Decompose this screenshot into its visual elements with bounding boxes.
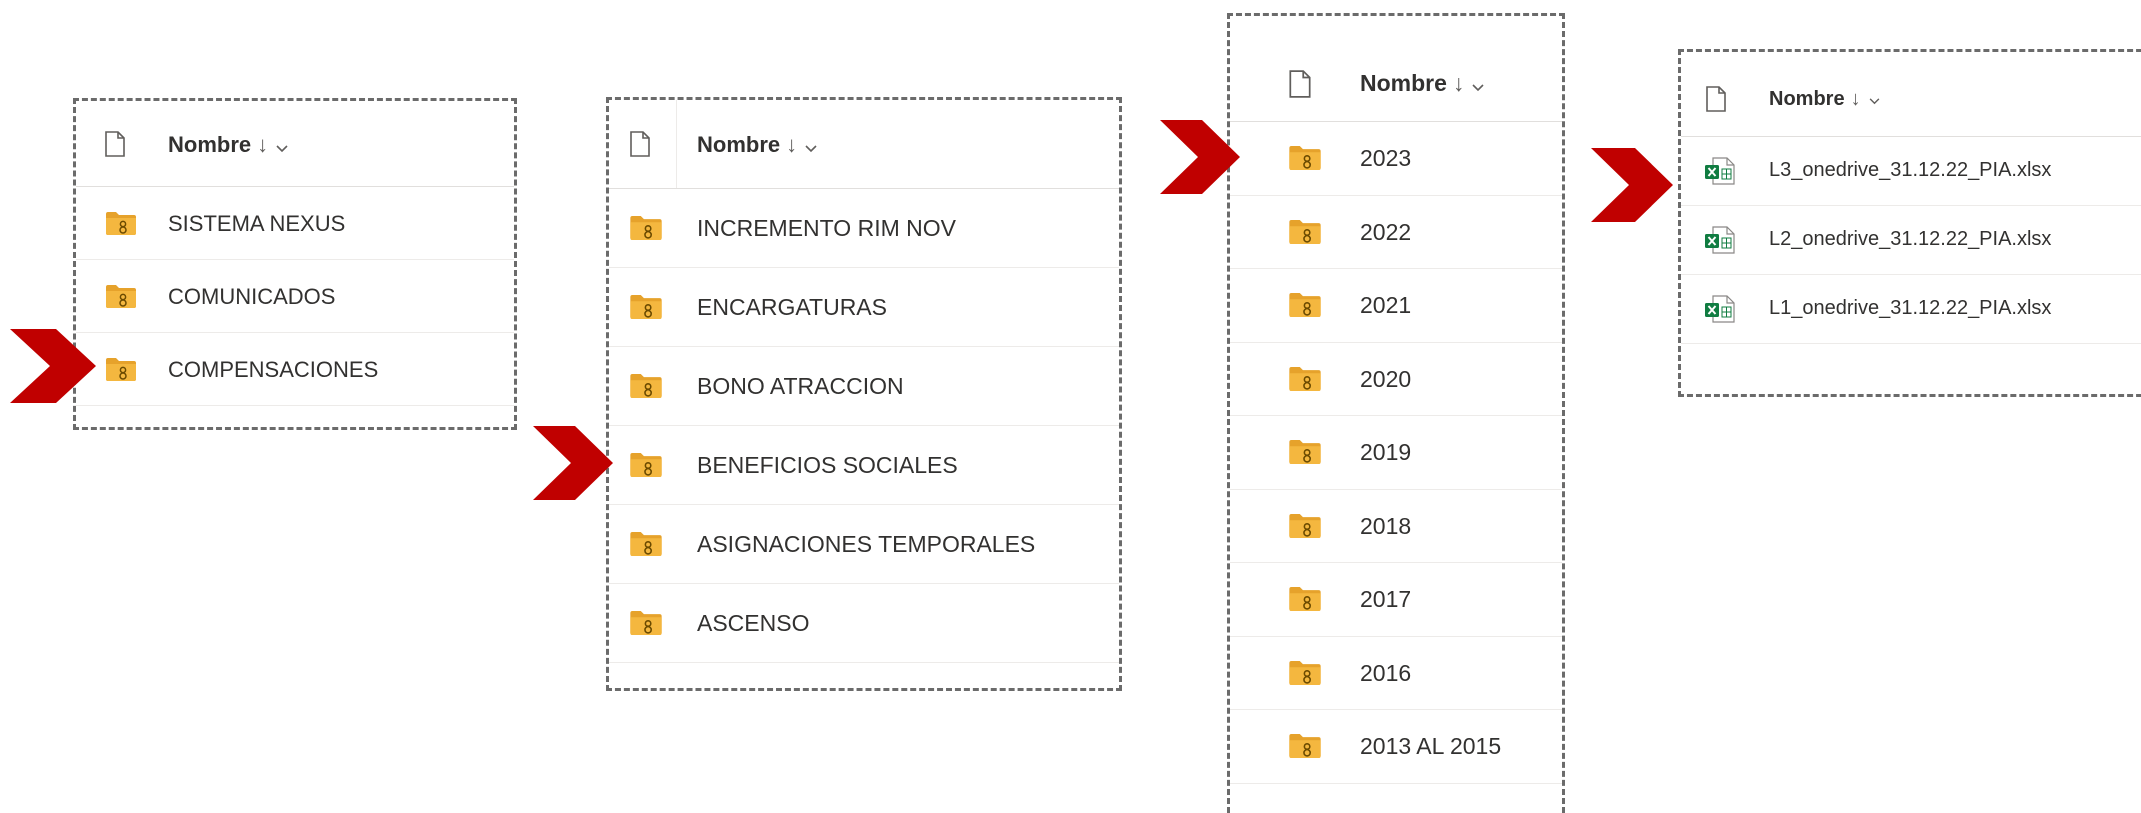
- item-name: ASIGNACIONES TEMPORALES: [697, 531, 1036, 557]
- name-column-sort-button[interactable]: Nombre ↓: [697, 132, 817, 159]
- chevron-down-icon: [805, 133, 817, 159]
- shared-folder-icon: [630, 532, 662, 561]
- item-name: COMPENSACIONES: [168, 357, 379, 382]
- file-type-icon[interactable]: [1289, 70, 1311, 103]
- item-name: 2017: [1360, 586, 1412, 612]
- list-item[interactable]: L3_onedrive_31.12.22_PIA.xlsx: [1681, 137, 2141, 206]
- red-chevron-pointer-icon: [10, 329, 96, 403]
- shared-folder-icon: [1289, 366, 1321, 396]
- red-chevron-pointer-icon: [533, 426, 613, 500]
- item-name: BENEFICIOS SOCIALES: [697, 452, 958, 478]
- name-column-sort-button[interactable]: Nombre ↓: [1360, 70, 1484, 98]
- red-chevron-pointer-icon: [1591, 148, 1673, 222]
- file-type-icon[interactable]: [105, 131, 125, 162]
- item-name: L2_onedrive_31.12.22_PIA.xlsx: [1769, 228, 2052, 250]
- list-item[interactable]: L2_onedrive_31.12.22_PIA.xlsx: [1681, 206, 2141, 275]
- sort-descending-icon: ↓: [786, 132, 798, 157]
- list-item[interactable]: ASIGNACIONES TEMPORALES: [609, 505, 1119, 584]
- item-name: 2022: [1360, 218, 1412, 245]
- excel-file-icon: [1705, 226, 1735, 259]
- list-item[interactable]: 2013 AL 2015: [1230, 710, 1562, 784]
- file-list-panel-2: Nombre ↓ INCREMENTO RIM NOV ENCARGATURAS …: [606, 97, 1122, 691]
- file-list-panel-4: Nombre ↓ L3_onedrive_31.12.22_PIA.xlsx L2…: [1678, 49, 2141, 397]
- list-item[interactable]: INCREMENTO RIM NOV: [609, 189, 1119, 268]
- list-item[interactable]: BENEFICIOS SOCIALES: [609, 426, 1119, 505]
- shared-folder-icon: [630, 374, 662, 403]
- item-name: 2021: [1360, 292, 1412, 318]
- list-item[interactable]: BONO ATRACCION: [609, 347, 1119, 426]
- shared-folder-icon: [630, 453, 662, 482]
- item-name: SISTEMA NEXUS: [168, 211, 346, 236]
- column-header: Nombre ↓: [609, 100, 1119, 189]
- list-item[interactable]: 2021: [1230, 269, 1562, 343]
- excel-file-icon: [1705, 295, 1735, 328]
- column-header: Nombre ↓: [1230, 16, 1562, 122]
- list-item[interactable]: ASCENSO: [609, 584, 1119, 663]
- shared-folder-icon: [106, 285, 136, 313]
- list-item[interactable]: 2022: [1230, 196, 1562, 269]
- column-label: Nombre: [1360, 70, 1447, 96]
- name-column-sort-button[interactable]: Nombre ↓: [168, 132, 288, 159]
- file-list-panel-1: Nombre ↓ SISTEMA NEXUS COMUNICADOS COMPEN…: [73, 98, 517, 430]
- shared-folder-icon: [1289, 293, 1321, 322]
- chevron-down-icon: [1869, 88, 1880, 111]
- column-header: Nombre ↓: [1681, 52, 2141, 137]
- shared-folder-icon: [1289, 513, 1321, 543]
- sort-descending-icon: ↓: [1850, 88, 1861, 110]
- shared-folder-icon: [1289, 440, 1321, 469]
- sort-descending-icon: ↓: [257, 132, 269, 157]
- shared-folder-icon: [630, 611, 662, 640]
- list-item[interactable]: SISTEMA NEXUS: [76, 187, 514, 260]
- item-name: 2020: [1360, 365, 1412, 392]
- item-name: COMUNICADOS: [168, 284, 336, 309]
- chevron-down-icon: [276, 133, 288, 159]
- shared-folder-icon: [1289, 587, 1321, 616]
- chevron-down-icon: [1472, 71, 1484, 98]
- list-item[interactable]: L1_onedrive_31.12.22_PIA.xlsx: [1681, 275, 2141, 344]
- item-name: L3_onedrive_31.12.22_PIA.xlsx: [1769, 159, 2052, 181]
- item-name: ASCENSO: [697, 610, 810, 636]
- list-item[interactable]: 2019: [1230, 416, 1562, 490]
- list-item[interactable]: COMPENSACIONES: [76, 333, 514, 406]
- shared-folder-icon: [630, 295, 662, 324]
- column-header: Nombre ↓: [76, 101, 514, 187]
- item-name: 2013 AL 2015: [1360, 733, 1502, 759]
- name-column-sort-button[interactable]: Nombre ↓: [1769, 88, 1880, 111]
- list-item[interactable]: 2016: [1230, 637, 1562, 710]
- sort-descending-icon: ↓: [1452, 70, 1465, 96]
- item-name: BONO ATRACCION: [697, 373, 904, 399]
- list-item[interactable]: 2023: [1230, 122, 1562, 196]
- item-name: 2023: [1360, 145, 1412, 171]
- red-chevron-pointer-icon: [1160, 120, 1240, 194]
- file-type-icon[interactable]: [630, 131, 650, 162]
- file-type-icon[interactable]: [1706, 86, 1726, 117]
- list-item[interactable]: COMUNICADOS: [76, 260, 514, 333]
- item-name: 2018: [1360, 512, 1412, 539]
- shared-folder-icon: [1289, 146, 1321, 175]
- item-name: INCREMENTO RIM NOV: [697, 215, 956, 241]
- list-item[interactable]: ENCARGATURAS: [609, 268, 1119, 347]
- list-item[interactable]: 2020: [1230, 343, 1562, 416]
- shared-folder-icon: [630, 216, 662, 245]
- item-name: ENCARGATURAS: [697, 294, 887, 320]
- shared-folder-icon: [1289, 660, 1321, 690]
- shared-folder-icon: [106, 212, 136, 240]
- list-item[interactable]: 2017: [1230, 563, 1562, 637]
- shared-folder-icon: [106, 358, 136, 386]
- shared-folder-icon: [1289, 219, 1321, 249]
- file-list-panel-3: Nombre ↓ 2023 2022 2021 2020 2019 2018 2…: [1227, 13, 1565, 813]
- column-label: Nombre: [1769, 88, 1845, 110]
- column-label: Nombre: [168, 132, 252, 157]
- excel-file-icon: [1705, 157, 1735, 190]
- column-label: Nombre: [697, 132, 781, 157]
- item-name: 2016: [1360, 659, 1412, 686]
- shared-folder-icon: [1289, 734, 1321, 763]
- list-item[interactable]: 2018: [1230, 490, 1562, 563]
- item-name: 2019: [1360, 439, 1412, 465]
- item-name: L1_onedrive_31.12.22_PIA.xlsx: [1769, 297, 2052, 319]
